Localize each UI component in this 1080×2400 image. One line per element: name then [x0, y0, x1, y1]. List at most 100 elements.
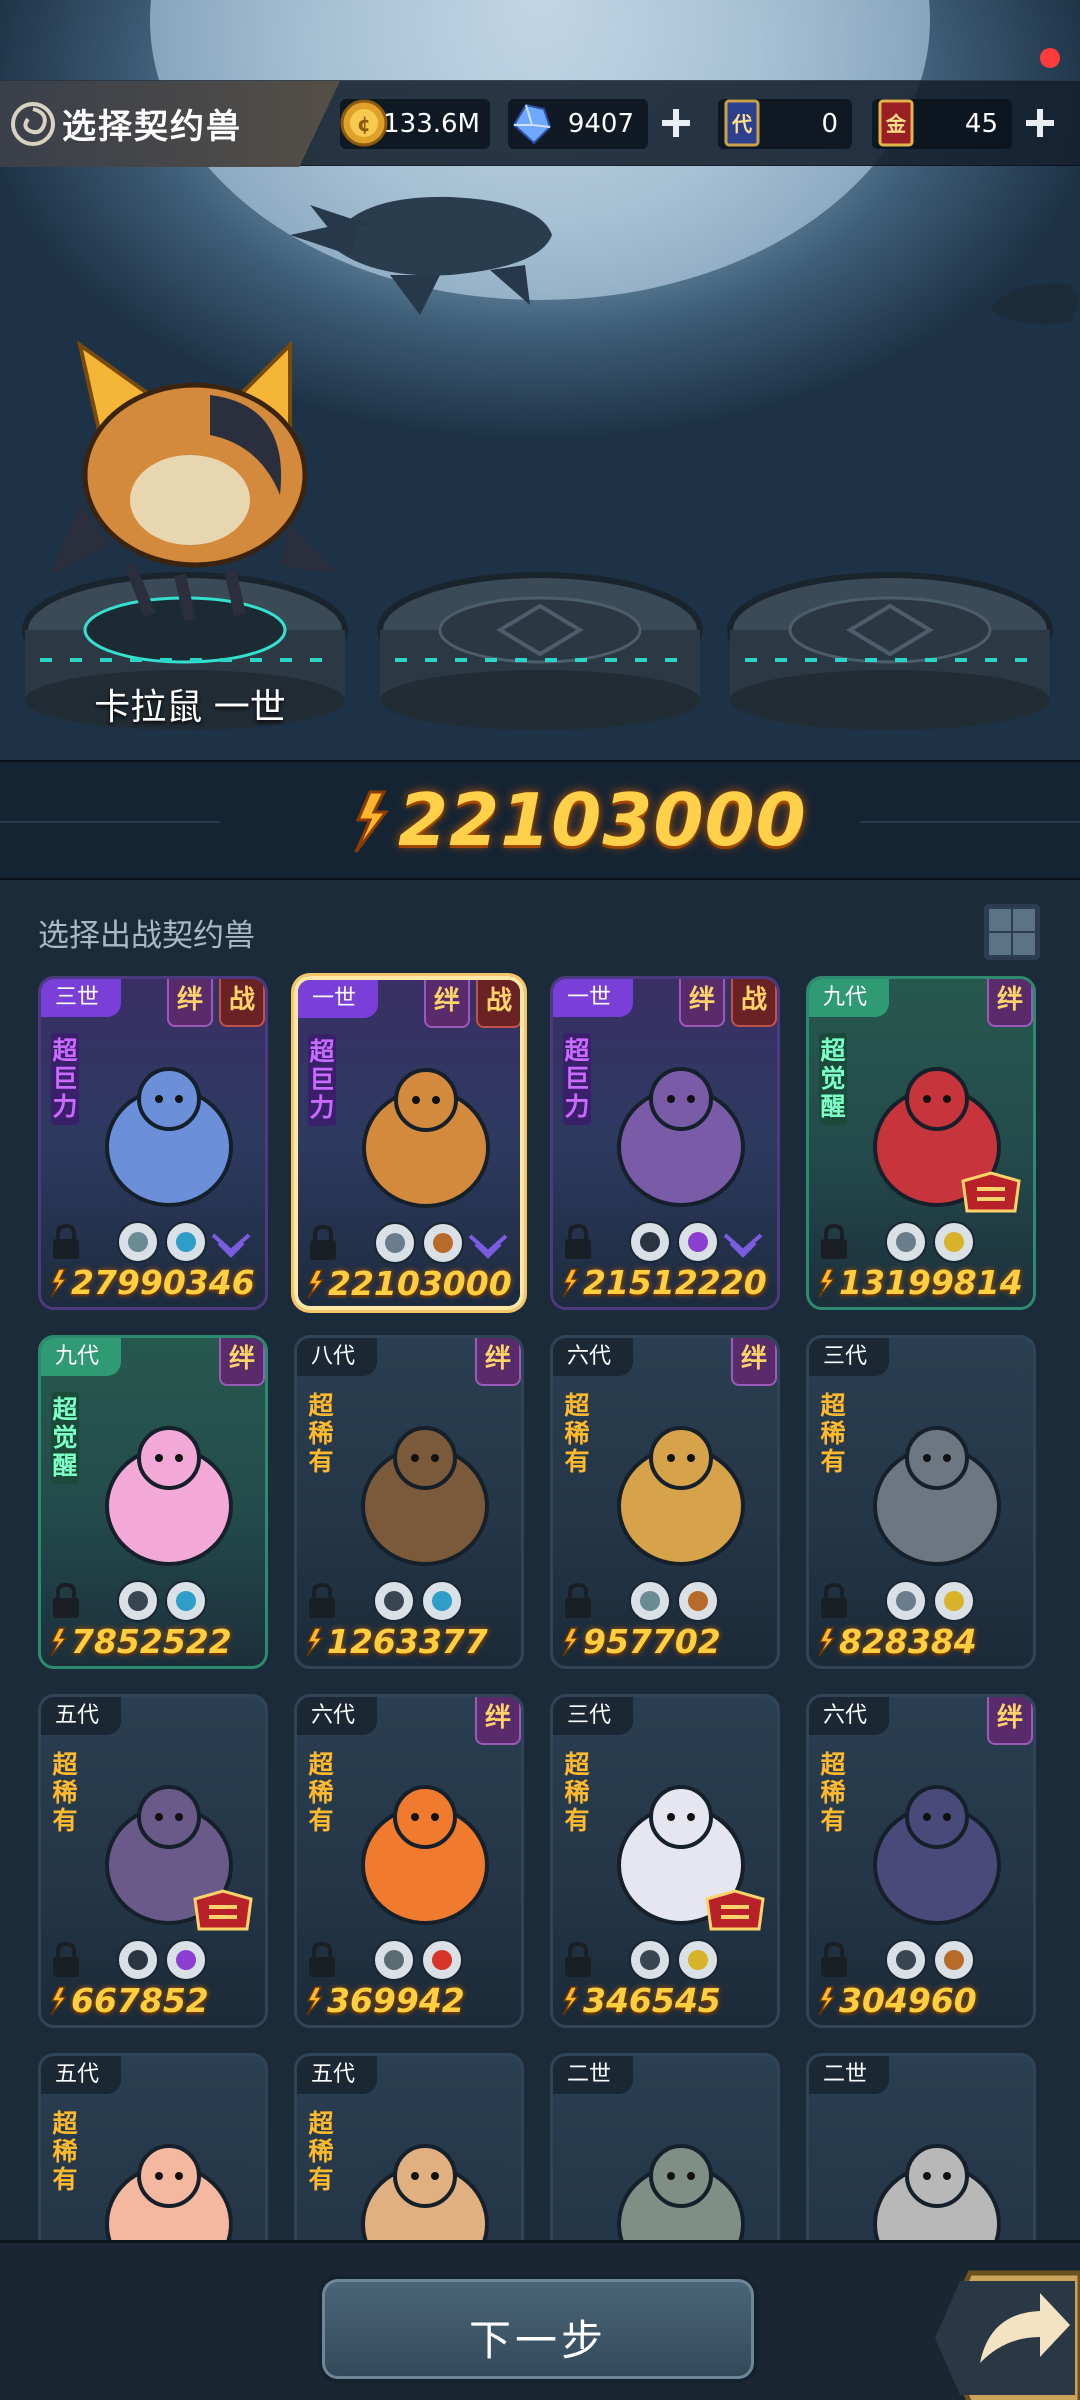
leaf-icon	[117, 1221, 159, 1263]
chevron-rank-icon	[211, 1233, 251, 1258]
pet-power: 21512220	[559, 1263, 773, 1307]
earth-icon	[422, 1222, 464, 1264]
pet-card[interactable]: 六代 绊超稀有 304960	[806, 1694, 1036, 2028]
swirl-icon[interactable]	[10, 101, 56, 147]
pet-list-area: 选择出战契约兽 三世绊战超巨力 27990346 一世绊战超巨力 22103000 一世…	[0, 880, 1080, 2387]
star-icon	[933, 1221, 975, 1263]
lock-icon[interactable]	[561, 1941, 595, 1979]
pet-power: 22103000	[304, 1264, 518, 1306]
title-box: 选择契约兽	[0, 81, 340, 167]
rarity-label: 超稀有	[564, 1750, 590, 1835]
sprout-icon	[373, 1939, 415, 1981]
legend-badge-icon	[705, 1889, 765, 1931]
stage-scene: 选择契约兽 ¢ 133.6M 9407 代 0 金 45 卡拉鼠 一世	[0, 0, 1080, 760]
gold-card-counter: 金 45	[872, 99, 1054, 149]
bond-tag: 绊	[475, 1338, 521, 1386]
power-bolt-icon	[818, 1627, 836, 1657]
earth-icon	[933, 1939, 975, 1981]
pet-card[interactable]: 八代 绊超稀有 1263377	[294, 1335, 524, 1669]
shield-icon	[117, 1580, 159, 1622]
lock-icon[interactable]	[561, 1582, 595, 1620]
power-bolt-icon	[354, 790, 389, 853]
lock-icon[interactable]	[817, 1941, 851, 1979]
rarity-label: 超巨力	[308, 1034, 336, 1126]
rarity-label: 超巨力	[51, 1033, 79, 1125]
battle-tag: 战	[219, 979, 265, 1027]
add-gem-button[interactable]	[656, 103, 696, 143]
gem-counter: 9407	[508, 99, 690, 149]
blue-card-icon: 代	[724, 99, 760, 147]
list-label: 选择出战契约兽	[38, 918, 255, 954]
pet-card[interactable]: 六代 绊超稀有 957702	[550, 1335, 780, 1669]
pet-portrait	[361, 1785, 489, 1925]
divider-left	[0, 821, 220, 823]
lock-icon[interactable]	[49, 1582, 83, 1620]
pet-power-value: 7852522	[71, 1622, 232, 1661]
share-arrow-icon[interactable]	[930, 2253, 1080, 2400]
lock-icon[interactable]	[817, 1223, 851, 1261]
svg-text:金: 金	[885, 112, 907, 136]
pet-slot-3[interactable]	[725, 560, 1055, 730]
pet-portrait	[617, 1067, 745, 1207]
rarity-label: 超稀有	[308, 1391, 334, 1476]
lock-icon[interactable]	[305, 1941, 339, 1979]
pet-portrait	[105, 1426, 233, 1566]
pet-card[interactable]: 三世 绊战超巨力 27990346	[38, 976, 268, 1310]
power-bolt-icon	[306, 1986, 324, 2016]
bottom-bar: 下一步	[0, 2240, 1080, 2400]
pet-card[interactable]: 九代 绊超觉醒 13199814	[806, 976, 1036, 1310]
pet-card[interactable]: 三代 超稀有 346545	[550, 1694, 780, 2028]
pet-card[interactable]: 三代 超稀有 828384	[806, 1335, 1036, 1669]
lock-icon[interactable]	[49, 1223, 83, 1261]
pet-power: 27990346	[47, 1263, 261, 1307]
lock-icon[interactable]	[49, 1941, 83, 1979]
pet-power-value: 369942	[327, 1981, 465, 2020]
rarity-label: 超稀有	[52, 2109, 78, 2194]
generation-badge: 三世	[41, 979, 122, 1017]
lock-icon[interactable]	[561, 1223, 595, 1261]
power-bolt-icon	[562, 1627, 580, 1657]
pet-slot-2[interactable]	[375, 560, 705, 730]
power-bolt-icon	[562, 1986, 580, 2016]
generation-badge: 九代	[41, 1338, 122, 1376]
bond-tag: 绊	[167, 979, 213, 1027]
generation-badge: 六代	[809, 1697, 890, 1735]
pet-power: 346545	[559, 1981, 773, 2025]
rarity-label: 超稀有	[308, 2109, 334, 2194]
lock-icon[interactable]	[305, 1582, 339, 1620]
airship-silhouette	[290, 196, 552, 315]
power-bolt-icon	[818, 1986, 836, 2016]
lock-icon[interactable]	[306, 1224, 340, 1262]
svg-text:¢: ¢	[357, 112, 371, 136]
bond-tag: 绊	[219, 1338, 265, 1386]
airship-silhouette-small	[990, 283, 1080, 325]
add-gold-card-button[interactable]	[1020, 103, 1060, 143]
pet-power: 1263377	[303, 1622, 517, 1666]
rarity-label: 超觉醒	[51, 1392, 79, 1484]
pet-card[interactable]: 五代 超稀有 667852	[38, 1694, 268, 2028]
next-step-label: 下一步	[468, 2316, 607, 2365]
next-step-button[interactable]: 下一步	[318, 2275, 758, 2383]
rarity-label: 超稀有	[820, 1391, 846, 1476]
notification-dot	[1040, 48, 1060, 68]
grid-view-icon[interactable]	[984, 904, 1040, 960]
wind-icon	[885, 1580, 927, 1622]
pet-card[interactable]: 九代 绊超觉醒 7852522	[38, 1335, 268, 1669]
pet-portrait	[873, 1785, 1001, 1925]
bond-tag: 绊	[987, 1697, 1033, 1745]
pet-card[interactable]: 一世 绊战超巨力 21512220	[550, 976, 780, 1310]
rarity-label: 超巨力	[563, 1033, 591, 1125]
shield-icon	[885, 1939, 927, 1981]
pet-card[interactable]: 一世 绊战超巨力 22103000	[294, 976, 524, 1310]
bond-tag: 绊	[679, 979, 725, 1027]
lock-icon[interactable]	[817, 1582, 851, 1620]
pet-power-value: 1263377	[327, 1622, 488, 1661]
gold-card-value: 45	[964, 109, 998, 139]
legend-badge-icon	[193, 1889, 253, 1931]
pet-card[interactable]: 六代 绊超稀有 369942	[294, 1694, 524, 2028]
selected-pet-name: 卡拉鼠 一世	[94, 687, 286, 728]
power-bolt-icon	[306, 1627, 324, 1657]
wind-icon	[885, 1221, 927, 1263]
earth-icon	[677, 1580, 719, 1622]
total-power-value: 22103000	[398, 778, 807, 862]
